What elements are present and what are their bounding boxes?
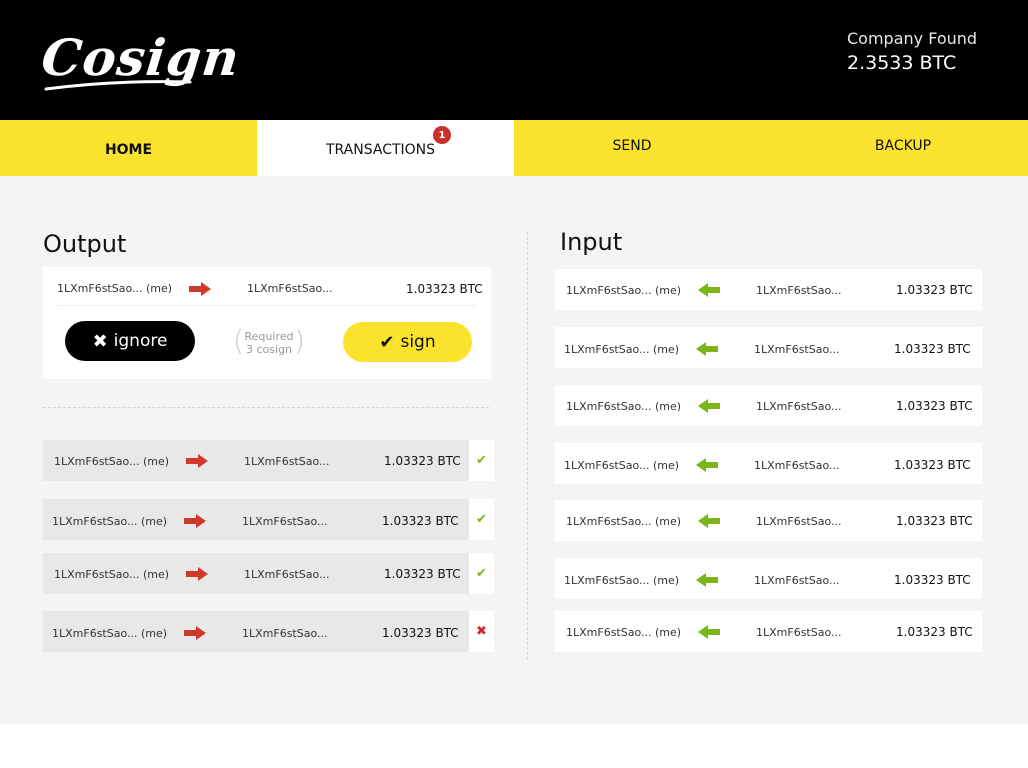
required-cosign-info: ( Required 3 cosign ) xyxy=(233,324,305,359)
tab-transactions[interactable]: TRANSACTIONS 1 xyxy=(257,120,514,176)
arrow-left-icon xyxy=(698,283,720,297)
input-row[interactable]: 1LXmF6stSao... (me) 1LXmF6stSao... 1.033… xyxy=(555,443,982,484)
success-check-icon: ✔ xyxy=(469,553,494,594)
failure-x-icon: ✖ xyxy=(469,611,494,652)
close-icon: ✖ xyxy=(92,330,108,352)
input-from-address: 1LXmF6stSao... xyxy=(754,343,840,356)
arrow-right-icon xyxy=(186,454,208,468)
arrow-right-icon xyxy=(189,282,211,296)
input-to-address: 1LXmF6stSao... (me) xyxy=(564,574,680,587)
output-row[interactable]: 1LXmF6stSao... (me) 1LXmF6stSao... 1.033… xyxy=(43,611,494,652)
paren-right: ) xyxy=(294,324,305,357)
arrow-left-icon xyxy=(696,342,718,356)
company-balance: 2.3533 BTC xyxy=(847,52,957,74)
logo-underline-icon xyxy=(44,80,192,91)
input-amount: 1.03323 BTC xyxy=(896,399,973,413)
output-amount: 1.03323 BTC xyxy=(382,626,459,640)
ignore-label: ignore xyxy=(113,331,168,351)
output-row[interactable]: 1LXmF6stSao... (me) 1LXmF6stSao... 1.033… xyxy=(43,499,494,540)
notification-badge: 1 xyxy=(433,126,451,144)
tab-transactions-label: TRANSACTIONS xyxy=(325,142,436,158)
success-check-icon: ✔ xyxy=(469,440,494,481)
input-to-address: 1LXmF6stSao... (me) xyxy=(564,343,680,356)
tab-send[interactable]: SEND xyxy=(514,118,750,174)
input-from-address: 1LXmF6stSao... xyxy=(756,626,842,639)
input-to-address: 1LXmF6stSao... (me) xyxy=(566,400,682,413)
pending-to-address: 1LXmF6stSao... xyxy=(247,282,333,295)
output-title: Output xyxy=(43,230,127,258)
tab-backup[interactable]: BACKUP xyxy=(790,118,1016,174)
input-amount: 1.03323 BTC xyxy=(896,283,973,297)
company-info: Company Found 2.3533 BTC xyxy=(847,29,977,74)
tab-home[interactable]: HOME xyxy=(0,120,257,176)
input-to-address: 1LXmF6stSao... (me) xyxy=(564,459,680,472)
company-name: Company Found xyxy=(847,29,978,48)
arrow-right-icon xyxy=(186,567,208,581)
output-to-address: 1LXmF6stSao... xyxy=(244,568,330,581)
input-from-address: 1LXmF6stSao... xyxy=(754,574,840,587)
arrow-left-icon xyxy=(698,399,720,413)
input-amount: 1.03323 BTC xyxy=(894,573,971,587)
input-to-address: 1LXmF6stSao... (me) xyxy=(566,515,682,528)
input-amount: 1.03323 BTC xyxy=(894,458,971,472)
main-content: Output Input 1LXmF6stSao... (me) 1LXmF6s… xyxy=(0,176,1028,724)
input-to-address: 1LXmF6stSao... (me) xyxy=(566,626,682,639)
sign-button[interactable]: ✔ sign xyxy=(343,322,472,362)
input-from-address: 1LXmF6stSao... xyxy=(756,515,842,528)
input-row[interactable]: 1LXmF6stSao... (me) 1LXmF6stSao... 1.033… xyxy=(555,385,982,426)
success-check-icon: ✔ xyxy=(469,499,494,540)
input-row[interactable]: 1LXmF6stSao... (me) 1LXmF6stSao... 1.033… xyxy=(555,327,982,368)
sign-label: sign xyxy=(400,332,436,352)
input-row[interactable]: 1LXmF6stSao... (me) 1LXmF6stSao... 1.033… xyxy=(555,611,982,652)
checkmark-icon: ✔ xyxy=(379,331,395,353)
arrow-left-icon xyxy=(698,514,720,528)
input-row[interactable]: 1LXmF6stSao... (me) 1LXmF6stSao... 1.033… xyxy=(555,269,982,310)
output-amount: 1.03323 BTC xyxy=(384,454,461,468)
output-to-address: 1LXmF6stSao... xyxy=(244,455,330,468)
input-row[interactable]: 1LXmF6stSao... (me) 1LXmF6stSao... 1.033… xyxy=(555,500,982,541)
pending-transaction-card: 1LXmF6stSao... (me) 1LXmF6stSao... 1.033… xyxy=(43,267,491,379)
input-amount: 1.03323 BTC xyxy=(896,625,973,639)
nav-bar: HOME TRANSACTIONS 1 SEND BACKUP xyxy=(0,120,1028,176)
column-divider xyxy=(527,232,528,660)
arrow-right-icon xyxy=(184,626,206,640)
input-title: Input xyxy=(560,228,623,256)
output-amount: 1.03323 BTC xyxy=(382,514,459,528)
output-divider xyxy=(43,407,489,408)
arrow-left-icon xyxy=(698,625,720,639)
arrow-left-icon xyxy=(696,458,718,472)
output-from-address: 1LXmF6stSao... (me) xyxy=(52,627,168,640)
output-row[interactable]: 1LXmF6stSao... (me) 1LXmF6stSao... 1.033… xyxy=(43,553,494,594)
input-from-address: 1LXmF6stSao... xyxy=(756,284,842,297)
input-row[interactable]: 1LXmF6stSao... (me) 1LXmF6stSao... 1.033… xyxy=(555,558,982,599)
output-from-address: 1LXmF6stSao... (me) xyxy=(52,515,168,528)
output-amount: 1.03323 BTC xyxy=(384,567,461,581)
pending-from-address: 1LXmF6stSao... (me) xyxy=(57,282,173,295)
card-divider xyxy=(57,305,477,306)
output-to-address: 1LXmF6stSao... xyxy=(242,627,328,640)
output-row[interactable]: 1LXmF6stSao... (me) 1LXmF6stSao... 1.033… xyxy=(43,440,494,481)
arrow-left-icon xyxy=(696,573,718,587)
input-from-address: 1LXmF6stSao... xyxy=(756,400,842,413)
pending-amount: 1.03323 BTC xyxy=(406,282,483,296)
output-to-address: 1LXmF6stSao... xyxy=(242,515,328,528)
output-from-address: 1LXmF6stSao... (me) xyxy=(54,568,170,581)
output-from-address: 1LXmF6stSao... (me) xyxy=(54,455,170,468)
page-footer xyxy=(0,724,1028,768)
ignore-button[interactable]: ✖ ignore xyxy=(65,321,195,361)
output-row-body: 1LXmF6stSao... (me) 1LXmF6stSao... 1.033… xyxy=(43,553,469,594)
arrow-right-icon xyxy=(184,514,206,528)
input-amount: 1.03323 BTC xyxy=(894,342,971,356)
input-from-address: 1LXmF6stSao... xyxy=(754,459,840,472)
input-to-address: 1LXmF6stSao... (me) xyxy=(566,284,682,297)
app-header: Cosign Company Found 2.3533 BTC xyxy=(0,0,1028,120)
output-row-body: 1LXmF6stSao... (me) 1LXmF6stSao... 1.033… xyxy=(43,611,469,652)
paren-left: ( xyxy=(233,324,244,357)
output-row-body: 1LXmF6stSao... (me) 1LXmF6stSao... 1.033… xyxy=(43,499,469,540)
input-amount: 1.03323 BTC xyxy=(896,514,973,528)
output-row-body: 1LXmF6stSao... (me) 1LXmF6stSao... 1.033… xyxy=(43,440,469,481)
